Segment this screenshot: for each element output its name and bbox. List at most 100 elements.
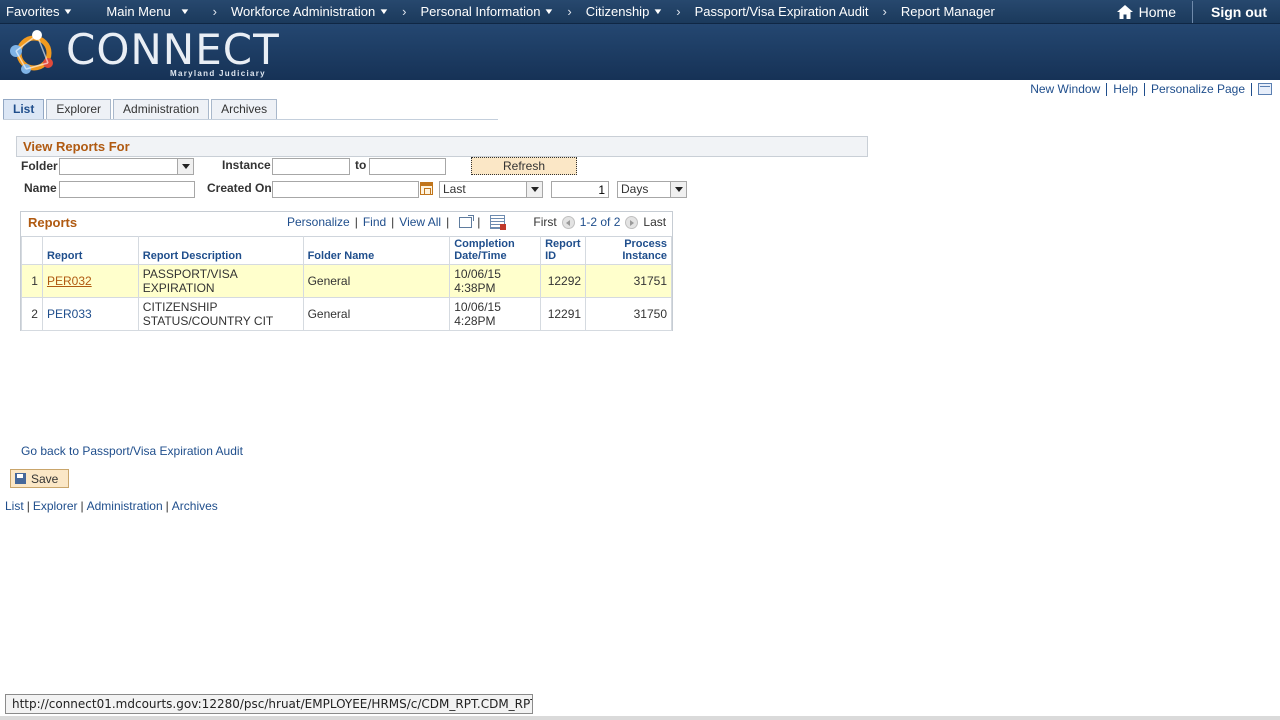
created-on-input[interactable] (272, 181, 419, 198)
page-utility-links: New Window Help Personalize Page (1024, 82, 1272, 96)
help-link[interactable]: Help (1107, 82, 1144, 96)
instance-to-input[interactable] (369, 158, 446, 175)
reports-table: Report Report Description Folder Name Co… (21, 236, 672, 331)
sign-out-link[interactable]: Sign out (1193, 4, 1280, 20)
report-link[interactable]: PER032 (47, 274, 92, 288)
description-line: STATUS/COUNTRY CIT (142, 314, 274, 328)
view-all-link[interactable]: View All (399, 215, 441, 229)
row-number: 2 (21, 297, 43, 331)
instance-label: Instance (222, 158, 271, 172)
chevron-down-icon (670, 182, 686, 197)
footer-link-administration[interactable]: Administration (87, 499, 163, 513)
calendar-icon[interactable] (420, 182, 433, 195)
divider: | (80, 499, 84, 513)
description-line: PASSPORT/VISA (142, 267, 238, 281)
header-row-number (21, 236, 43, 265)
brand-subtitle: Maryland Judiciary (170, 69, 266, 78)
instance-from-input[interactable] (272, 158, 350, 175)
completion-date: 10/06/15 (454, 300, 501, 314)
breadcrumb-citizenship[interactable]: Citizenship ▼ (584, 0, 665, 24)
header-completion-datetime[interactable]: Completion Date/Time (449, 236, 542, 265)
footer-tab-links: List | Explorer | Administration | Archives (5, 499, 218, 513)
last-label[interactable]: Last (643, 215, 666, 229)
breadcrumb-workforce-administration[interactable]: Workforce Administration ▼ (229, 0, 390, 24)
personalize-link[interactable]: Personalize (287, 215, 350, 229)
zoom-icon[interactable] (459, 214, 475, 228)
tab-list[interactable]: List (3, 99, 45, 120)
breadcrumb-report-manager[interactable]: Report Manager (899, 0, 997, 24)
period-count-input[interactable] (551, 181, 609, 198)
favorites-menu[interactable]: Favorites ▼ (0, 0, 78, 24)
breadcrumb-personal-information[interactable]: Personal Information ▼ (419, 0, 556, 24)
header-report-id[interactable]: Report ID (540, 236, 587, 265)
find-link[interactable]: Find (363, 215, 386, 229)
period-unit-value: Days (621, 182, 649, 196)
reports-grid: Reports Personalize | Find | View All | … (20, 211, 673, 331)
view-reports-for-header: View Reports For (16, 136, 868, 157)
save-icon (15, 473, 26, 484)
header-process-instance[interactable]: Process Instance (585, 236, 672, 265)
connect-logo-icon (10, 30, 53, 74)
first-label[interactable]: First (533, 215, 556, 229)
report-link[interactable]: PER033 (47, 307, 92, 321)
created-on-label: Created On (207, 181, 272, 195)
chevron-right-icon: › (567, 4, 572, 19)
brand-banner: CONNECT Maryland Judiciary (0, 24, 1280, 80)
tab-administration[interactable]: Administration (113, 99, 210, 120)
breadcrumb-passport-visa-audit[interactable]: Passport/Visa Expiration Audit (693, 0, 871, 24)
home-link[interactable]: Home (1105, 4, 1192, 20)
new-window-link[interactable]: New Window (1024, 82, 1106, 96)
previous-icon[interactable] (561, 215, 575, 229)
chevron-right-icon: › (676, 4, 681, 19)
home-icon (1116, 5, 1133, 19)
favorites-label: Favorites (6, 4, 60, 19)
footer-link-archives[interactable]: Archives (172, 499, 218, 513)
tab-explorer[interactable]: Explorer (46, 99, 112, 120)
refresh-button[interactable]: Refresh (471, 157, 577, 175)
divider: | (446, 215, 450, 229)
report-id-cell: 12291 (540, 297, 587, 331)
divider (1251, 82, 1252, 96)
save-button[interactable]: Save (10, 469, 69, 488)
header-line: Instance (622, 250, 667, 262)
name-label: Name (24, 181, 57, 195)
chevron-down-icon (177, 159, 193, 174)
folder-label: Folder (21, 159, 58, 173)
breadcrumb-label: Report Manager (900, 4, 995, 19)
footer-link-explorer[interactable]: Explorer (33, 499, 78, 513)
name-input[interactable] (59, 181, 195, 198)
footer-link-list[interactable]: List (5, 499, 24, 513)
chevron-down-icon: ▼ (179, 7, 191, 16)
chevron-down-icon (526, 182, 542, 197)
table-header-row: Report Report Description Folder Name Co… (21, 236, 672, 265)
report-description-cell: CITIZENSHIP STATUS/COUNTRY CIT (137, 297, 304, 331)
header-report[interactable]: Report (41, 236, 139, 265)
header-line: ID (545, 250, 557, 262)
divider: | (391, 215, 395, 229)
page-layout-icon[interactable] (1258, 83, 1272, 95)
header-report-description[interactable]: Report Description (137, 236, 304, 265)
folder-select[interactable] (59, 158, 194, 175)
period-unit-select[interactable]: Days (617, 181, 687, 198)
table-row: 2 PER033 CITIZENSHIP STATUS/COUNTRY CIT … (21, 297, 672, 331)
completion-time: 4:28PM (454, 314, 496, 328)
report-description-cell: PASSPORT/VISA EXPIRATION (137, 264, 304, 298)
taskbar-strip (0, 716, 1280, 720)
chevron-down-icon: ▼ (543, 7, 555, 16)
chevron-right-icon: › (212, 4, 217, 19)
chevron-right-icon: › (882, 4, 887, 19)
header-folder-name[interactable]: Folder Name (302, 236, 451, 265)
period-select[interactable]: Last (439, 181, 543, 198)
go-back-link[interactable]: Go back to Passport/Visa Expiration Audi… (21, 444, 243, 458)
tab-archives[interactable]: Archives (211, 99, 278, 120)
main-menu[interactable]: Main Menu ▼ (100, 0, 194, 24)
header-line: Process (624, 238, 667, 250)
personalize-page-link[interactable]: Personalize Page (1145, 82, 1251, 96)
main-menu-label: Main Menu (106, 4, 171, 19)
folder-name-cell: General (302, 264, 451, 298)
next-icon[interactable] (625, 215, 639, 229)
top-right-links: Home Sign out (1105, 0, 1280, 24)
download-excel-icon[interactable] (490, 215, 507, 230)
chevron-down-icon: ▼ (652, 7, 664, 16)
breadcrumb-label: Passport/Visa Expiration Audit (694, 4, 869, 19)
